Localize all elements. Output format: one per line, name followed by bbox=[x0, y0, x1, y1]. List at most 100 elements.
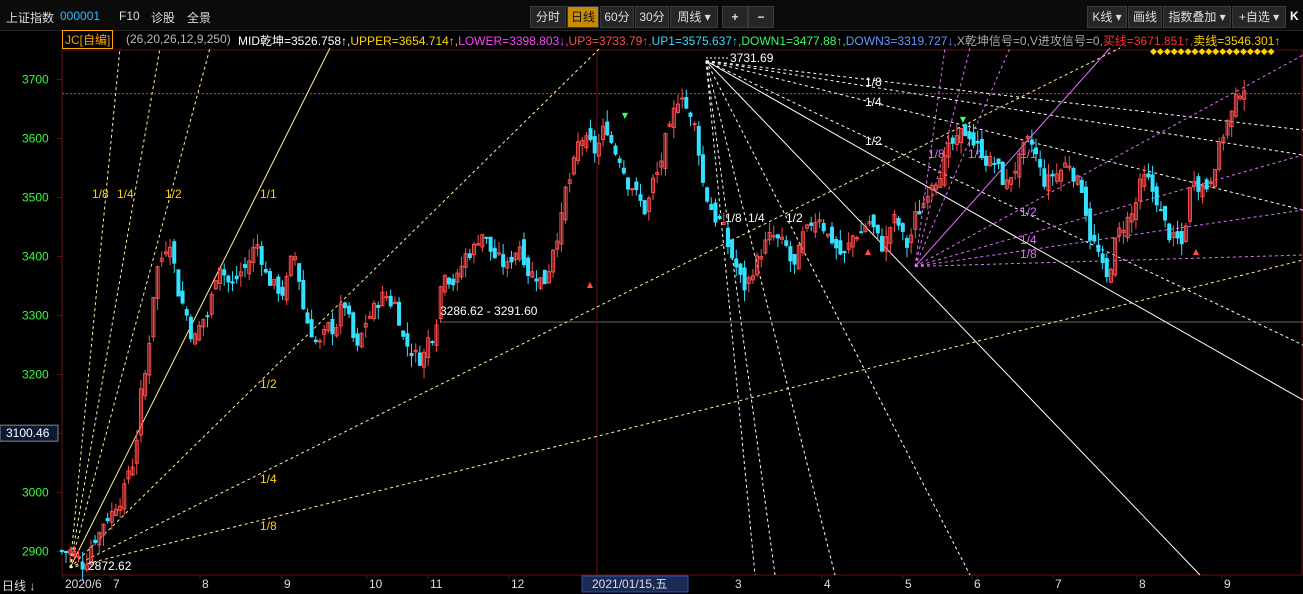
diagnose-link[interactable]: 诊股 bbox=[151, 9, 175, 26]
candle-body bbox=[176, 269, 181, 297]
candle-body bbox=[792, 253, 797, 265]
candle-body bbox=[1096, 244, 1101, 252]
y-tick-label: 3200 bbox=[22, 367, 49, 381]
candle-body bbox=[605, 121, 610, 136]
gann-line bbox=[69, 47, 161, 569]
candle-body bbox=[313, 339, 318, 343]
period-tab-daily[interactable]: 日线 bbox=[567, 6, 599, 28]
candle-body bbox=[222, 269, 227, 276]
indicator-value: 卖线=3546.301↑ bbox=[1193, 34, 1281, 48]
candle-body bbox=[1196, 176, 1201, 192]
candle-body bbox=[1000, 161, 1005, 185]
period-select-week[interactable]: 周线 ▾ bbox=[670, 6, 718, 28]
f10-link[interactable]: F10 bbox=[119, 9, 140, 23]
candle-body bbox=[979, 138, 984, 159]
indicator-value: LOWER=3398.803↓, bbox=[458, 34, 569, 48]
candle-body bbox=[430, 341, 435, 344]
gann-label: 1/4 bbox=[260, 472, 277, 486]
candle-body bbox=[105, 518, 110, 522]
indicator-value: DOWN3=3319.727↓, bbox=[845, 34, 957, 48]
candle-body bbox=[821, 222, 826, 232]
candle-body bbox=[879, 235, 884, 252]
x-tick-label: 2021/01/15,五 bbox=[592, 577, 667, 591]
draw-button[interactable]: 画线 bbox=[1128, 6, 1162, 28]
watchlist-select[interactable]: +自选 ▾ bbox=[1232, 6, 1286, 28]
kline-select[interactable]: K线 ▾ bbox=[1087, 6, 1127, 28]
price-annotation: 3286.62 - 3291.60 bbox=[440, 304, 538, 318]
gann-line bbox=[914, 254, 1303, 267]
candle-body bbox=[788, 246, 793, 262]
signal-arrow-icon: ▼ bbox=[960, 115, 967, 124]
zoom-out-button[interactable]: − bbox=[748, 6, 774, 28]
candle-body bbox=[900, 223, 905, 232]
candle-body bbox=[917, 211, 922, 215]
signal-arrow-icon: ▼ bbox=[622, 111, 629, 120]
gann-line bbox=[705, 60, 971, 576]
index-code[interactable]: 000001 bbox=[60, 9, 100, 23]
candle-body bbox=[205, 315, 210, 318]
candle-body bbox=[1079, 179, 1084, 193]
fullscreen-link[interactable]: 全景 bbox=[187, 9, 211, 26]
candle-body bbox=[80, 562, 85, 570]
candle-body bbox=[713, 202, 718, 223]
gann-line bbox=[705, 60, 1303, 346]
candle-body bbox=[1167, 223, 1172, 241]
period-tab-30min[interactable]: 30分 bbox=[635, 6, 669, 28]
zoom-in-button[interactable]: + bbox=[722, 6, 748, 28]
candle-body bbox=[59, 550, 64, 553]
candle-body bbox=[501, 254, 506, 268]
candle-body bbox=[496, 252, 501, 255]
candle-body bbox=[638, 194, 643, 201]
candle-body bbox=[488, 236, 493, 252]
kline-chart[interactable]: 1/8 1/4 1/2 1/11/21/41/81/81/41/21/8 1/4 1/21… bbox=[0, 0, 1303, 593]
candle-body bbox=[725, 227, 730, 248]
candle-body bbox=[172, 241, 177, 264]
overlay-select[interactable]: 指数叠加 ▾ bbox=[1163, 6, 1231, 28]
gann-line bbox=[705, 60, 1303, 156]
x-tick-label: 12 bbox=[511, 577, 525, 591]
candle-body bbox=[330, 318, 335, 335]
plot-frame bbox=[61, 49, 1303, 576]
candle-body bbox=[1104, 258, 1109, 278]
x-tick-label: 8 bbox=[1139, 577, 1146, 591]
index-name[interactable]: 上证指数 bbox=[6, 9, 54, 26]
candle-body bbox=[280, 286, 285, 296]
gann-line bbox=[705, 60, 756, 576]
candle-body bbox=[830, 226, 835, 244]
gann-label: 1/1 bbox=[260, 187, 277, 201]
candle-body bbox=[267, 271, 272, 286]
candle-body bbox=[263, 268, 268, 273]
signal-arrow-icon: ▲ bbox=[865, 247, 872, 256]
gann-line bbox=[69, 47, 121, 568]
y-axis: 2900300031003200330034003500360037003100… bbox=[0, 72, 59, 558]
candle-body bbox=[180, 290, 185, 304]
candle-body bbox=[609, 135, 614, 143]
candle-body bbox=[775, 234, 780, 239]
candle-body bbox=[492, 247, 497, 259]
candle-body bbox=[742, 267, 747, 291]
candle-body bbox=[388, 295, 393, 307]
indicator-value: X乾坤信号=0, bbox=[956, 34, 1030, 48]
price-annotation: 3731.69 bbox=[730, 51, 774, 65]
candle-body bbox=[975, 140, 980, 144]
signal-arrow-icon: ▲ bbox=[587, 280, 594, 289]
arrow-down-icon[interactable]: ↓ bbox=[29, 579, 35, 593]
candle-body bbox=[684, 97, 689, 109]
indicator-params: (26,20,26,12,9,250) bbox=[126, 32, 231, 46]
period-tab-minute[interactable]: 分时 bbox=[530, 6, 566, 28]
candle-body bbox=[996, 158, 1001, 165]
candle-body bbox=[838, 240, 843, 255]
candle-body bbox=[484, 236, 489, 239]
indicator-select[interactable]: JC[自编] bbox=[62, 30, 114, 49]
period-tab-60min[interactable]: 60分 bbox=[600, 6, 634, 28]
x-axis: 2020/6 7 8 9 10 11 12 2021/01/15,五 3 4 5 6 7 8 9 bbox=[65, 575, 1231, 593]
candle-body bbox=[401, 330, 406, 337]
candle-body bbox=[717, 216, 722, 219]
gann-label: 1/2 bbox=[1020, 205, 1037, 219]
candle-body bbox=[992, 162, 997, 165]
candle-body bbox=[613, 145, 618, 155]
candle-body bbox=[626, 177, 631, 190]
gann-line bbox=[69, 259, 1303, 569]
candle-body bbox=[409, 352, 414, 357]
indicator-bar: JC[自编] (26,20,26,12,9,250) MID乾坤=3526.75… bbox=[0, 30, 1303, 49]
